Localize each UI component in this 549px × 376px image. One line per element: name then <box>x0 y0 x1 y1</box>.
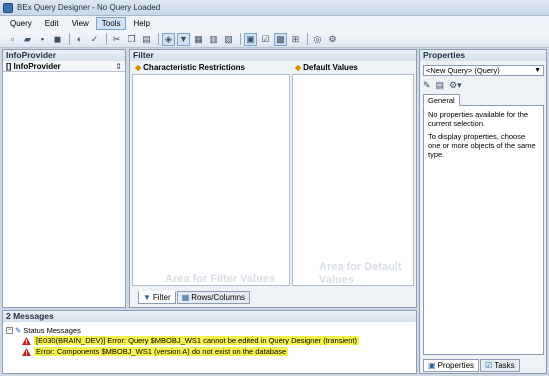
tab-properties[interactable]: ▣ Properties <box>423 359 480 372</box>
filter-tab-icon: ▼ <box>143 292 151 302</box>
default-values-area[interactable]: Area for Default Values <box>292 74 414 286</box>
rows-columns-tab-icon: ▦ <box>181 292 190 302</box>
characteristic-restrictions-label: Characteristic Restrictions <box>143 63 245 72</box>
paste-icon[interactable]: ▤ <box>140 33 153 46</box>
menu-bar: Query Edit View Tools Help <box>0 16 549 31</box>
filter-icon[interactable]: ▼ <box>177 32 190 46</box>
properties-select-value: <New Query> (Query) <box>426 66 500 75</box>
publish-icon[interactable]: ◐ <box>73 33 86 46</box>
filter-area-watermark: Area for Filter Values <box>165 273 276 285</box>
characteristic-icon: ◆ <box>135 63 142 72</box>
properties-tab-icon: ▣ <box>428 360 436 370</box>
default-values-icon: ◆ <box>295 63 302 72</box>
window-title: BEx Query Designer - No Query Loaded <box>17 3 161 12</box>
properties-object-select[interactable]: <New Query> (Query) ▼ <box>423 65 544 76</box>
collapse-icon[interactable]: − <box>6 326 13 334</box>
status-messages-node[interactable]: − ✎ Status Messages <box>6 325 359 335</box>
exceptions-icon[interactable]: ◎ <box>311 33 324 46</box>
open-icon[interactable]: ▰ <box>21 33 34 46</box>
message-text: Error: Components $MBOBJ_WS1 (version A)… <box>34 347 289 356</box>
tools-dropdown-icon[interactable]: ⚙ <box>326 33 339 46</box>
properties-panel: Properties <New Query> (Query) ▼ ✎ ▤ ⚙▾ … <box>419 49 547 374</box>
warning-icon <box>22 336 31 345</box>
message-item[interactable]: [E030(BRAIN_DEV)] Error: Query $MBOBJ_WS… <box>22 335 359 346</box>
toolbar-separator <box>69 33 70 45</box>
display-properties-hint: To display properties, choose one or mor… <box>428 132 536 159</box>
default-area-watermark: Area for Default Values <box>319 261 402 286</box>
toolbar: ▫ ▰ ▪ ◼ ◐ ✓ ✂ ❐ ▤ ◈ ▼ ▦ ▥ ▧ ▣ ☑ ▩ ⊞ ◎ ⚙ <box>0 31 549 48</box>
menu-edit[interactable]: Edit <box>39 17 65 30</box>
edit-icon[interactable]: ✎ <box>423 80 431 91</box>
app-icon <box>3 2 13 13</box>
tab-general[interactable]: General <box>423 94 460 106</box>
where-used-icon[interactable]: ⊞ <box>289 33 302 46</box>
menu-tools[interactable]: Tools <box>95 17 127 30</box>
tab-properties-label: Properties <box>437 360 475 370</box>
chevron-down-icon[interactable]: ▼ <box>534 66 541 76</box>
cells-icon[interactable]: ▥ <box>207 33 220 46</box>
tools-dropdown-icon[interactable]: ⚙▾ <box>449 80 462 91</box>
properties-toolbar: ✎ ▤ ⚙▾ <box>423 79 467 91</box>
messages-panel: 2 Messages − ✎ Status Messages [E030(BRA… <box>2 310 417 374</box>
menu-query[interactable]: Query <box>4 17 38 30</box>
check-icon[interactable]: ✓ <box>88 33 101 46</box>
menu-view[interactable]: View <box>66 17 95 30</box>
tab-tasks-label: Tasks <box>494 360 515 370</box>
cut-icon[interactable]: ✂ <box>110 33 123 46</box>
default-values-label: Default Values <box>303 63 358 72</box>
filter-panel: Filter ◆ Characteristic Restrictions ◆ D… <box>129 49 417 308</box>
menu-help[interactable]: Help <box>127 17 155 30</box>
status-messages-label: Status Messages <box>23 325 81 335</box>
title-bar: BEx Query Designer - No Query Loaded <box>0 0 549 16</box>
properties-title: Properties <box>420 50 546 61</box>
default-values-header: ◆ Default Values <box>292 62 414 73</box>
no-properties-text: No properties available for the current … <box>428 110 529 128</box>
tasks-tab-icon: ☑ <box>485 360 493 370</box>
infoprovider-column-label: [] InfoProvider <box>6 61 61 71</box>
toolbar-separator <box>158 33 159 45</box>
messages-title: 2 Messages <box>3 311 416 322</box>
properties-body: No properties available for the current … <box>423 105 544 355</box>
message-item[interactable]: Error: Components $MBOBJ_WS1 (version A)… <box>22 346 359 357</box>
tab-tasks[interactable]: ☑ Tasks <box>480 359 520 372</box>
new-icon[interactable]: ▫ <box>6 33 19 46</box>
infoprovider-panel: InfoProvider [] InfoProvider ⇕ <box>2 49 126 308</box>
tab-rows-columns-label: Rows/Columns <box>191 292 246 302</box>
toolbar-separator <box>240 33 241 45</box>
save-all-icon[interactable]: ◼ <box>51 33 64 46</box>
infoprovider-title: InfoProvider <box>3 50 125 61</box>
sort-icon[interactable]: ⇕ <box>115 61 122 72</box>
filter-tab-strip: ▼ Filter ▦ Rows/Columns <box>138 291 251 304</box>
tasks-icon[interactable]: ☑ <box>259 33 272 46</box>
message-tree: − ✎ Status Messages [E030(BRAIN_DEV)] Er… <box>6 325 359 357</box>
rows-columns-icon[interactable]: ▦ <box>192 33 205 46</box>
message-text: [E030(BRAIN_DEV)] Error: Query $MBOBJ_WS… <box>34 336 359 345</box>
warning-icon <box>22 347 31 356</box>
tab-filter[interactable]: ▼ Filter <box>138 291 176 304</box>
properties-icon[interactable]: ▣ <box>244 32 257 46</box>
copy-icon[interactable]: ❐ <box>125 33 138 46</box>
toolbar-separator <box>307 33 308 45</box>
characteristic-restrictions-header: ◆ Characteristic Restrictions <box>132 62 290 73</box>
conditions-icon[interactable]: ▧ <box>222 33 235 46</box>
filter-values-area[interactable]: Area for Filter Values <box>132 74 290 286</box>
tab-rows-columns[interactable]: ▦ Rows/Columns <box>176 291 251 304</box>
tab-filter-label: Filter <box>152 292 171 302</box>
filter-title: Filter <box>130 50 416 61</box>
save-icon[interactable]: ▪ <box>36 33 49 46</box>
properties-bottom-tabs: ▣ Properties ☑ Tasks <box>423 359 521 372</box>
messages-icon[interactable]: ▩ <box>274 32 287 46</box>
status-messages-icon: ✎ <box>15 325 22 335</box>
save-icon[interactable]: ▤ <box>436 80 445 91</box>
infoprovider-icon[interactable]: ◈ <box>162 32 175 46</box>
toolbar-separator <box>106 33 107 45</box>
infoprovider-column-header[interactable]: [] InfoProvider ⇕ <box>3 61 125 72</box>
